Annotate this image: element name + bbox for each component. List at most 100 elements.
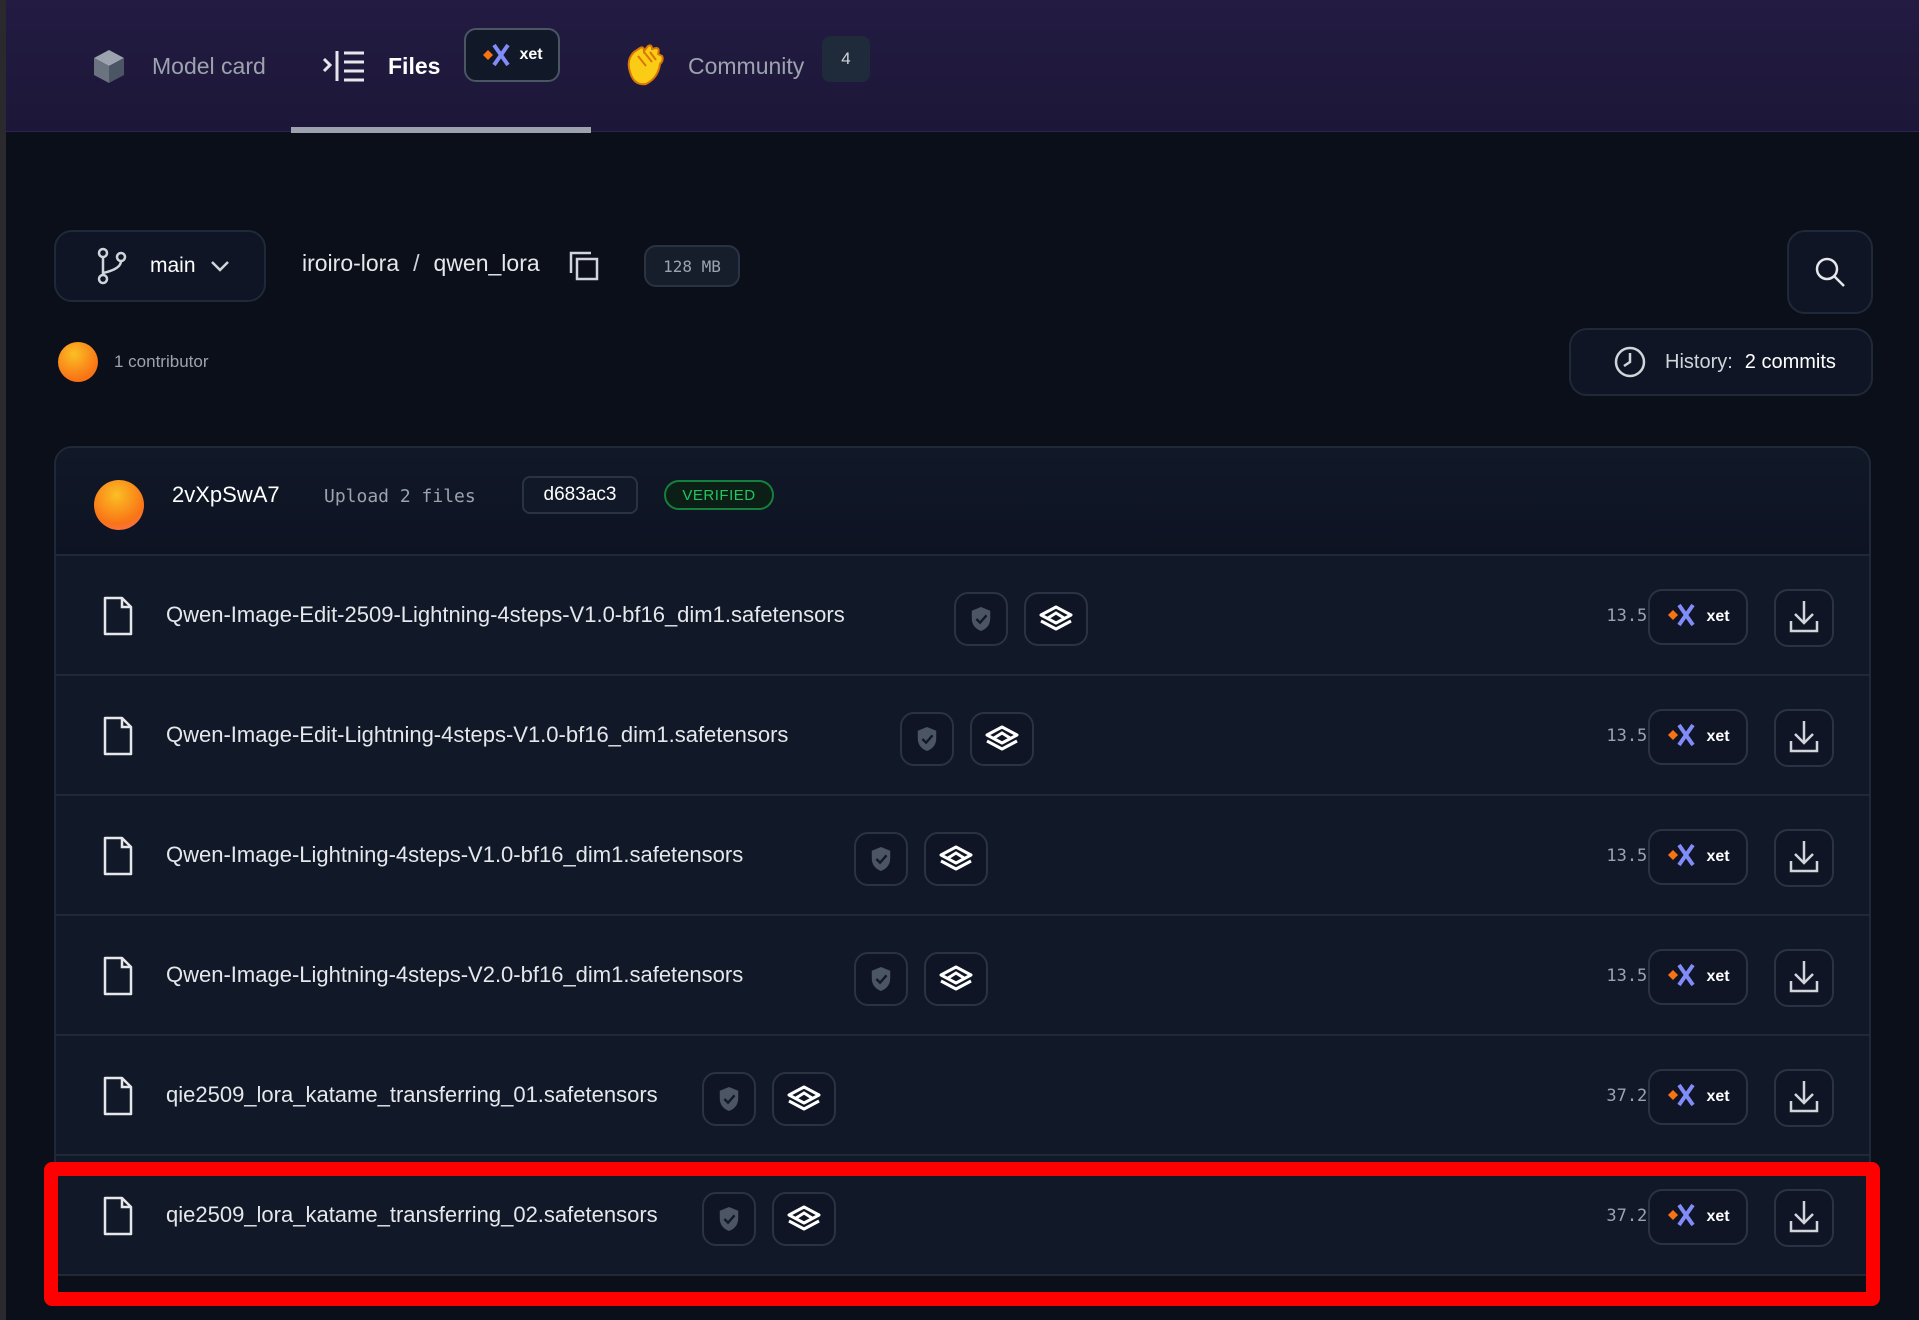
tab-model-card[interactable]: Model card [90,0,266,132]
file-icon [102,596,134,636]
file-icon [102,1076,134,1116]
xet-label: xet [1706,1088,1730,1105]
xet-storage-button[interactable]: xet [1648,709,1748,765]
xet-badge-label: xet [519,46,543,63]
download-button[interactable] [1774,589,1834,647]
commit-author-avatar[interactable] [94,480,144,530]
commit-author[interactable]: 2vXpSwA7 [172,482,280,508]
file-row[interactable]: qie2509_lora_katame_transferring_01.safe… [56,1036,1869,1156]
file-icon [102,1196,134,1236]
download-button[interactable] [1774,1189,1834,1247]
xet-storage-button[interactable]: xet [1648,1189,1748,1245]
search-icon [1815,257,1845,287]
xet-logo-icon [1666,842,1696,873]
xet-storage-button[interactable]: xet [1648,1069,1748,1125]
history-commit-count: 2 commits [1744,350,1836,373]
xet-label: xet [1706,968,1730,985]
download-button[interactable] [1774,1069,1834,1127]
file-row[interactable]: Qwen-Image-Edit-2509-Lightning-4steps-V1… [56,556,1869,676]
chevron-down-icon [210,261,229,272]
xet-logo-icon [1666,1202,1696,1233]
active-tab-indicator [291,127,591,133]
download-button[interactable] [1774,829,1834,887]
breadcrumb-repo[interactable]: qwen_lora [434,250,540,277]
security-scan-shield-icon[interactable] [854,952,908,1006]
security-scan-shield-icon[interactable] [702,1192,756,1246]
xet-logo-icon [1666,602,1696,633]
xet-label: xet [1706,1208,1730,1225]
file-icon [102,716,134,756]
file-name-link[interactable]: Qwen-Image-Lightning-4steps-V1.0-bf16_di… [166,842,743,868]
download-icon [1789,599,1819,638]
safetensors-stack-icon[interactable] [772,1072,836,1126]
file-row[interactable]: Qwen-Image-Lightning-4steps-V1.0-bf16_di… [56,796,1869,916]
repo-size-badge: 128 MB [644,245,740,287]
file-row[interactable]: Qwen-Image-Edit-Lightning-4steps-V1.0-bf… [56,676,1869,796]
download-icon [1789,839,1819,878]
history-label: History: [1665,350,1733,373]
file-scan-buttons [954,592,1088,646]
breadcrumb: iroiro-lora / qwen_lora [302,250,540,277]
clapping-hands-icon [627,44,664,86]
file-name-link[interactable]: Qwen-Image-Edit-Lightning-4steps-V1.0-bf… [166,722,788,748]
xet-logo-icon [1666,1082,1696,1113]
file-table: 2vXpSwA7 Upload 2 files d683ac3 VERIFIED… [54,446,1871,1306]
tab-model-card-label: Model card [152,52,266,79]
file-icon [102,836,134,876]
tab-files[interactable]: Files [322,0,440,132]
commit-message[interactable]: Upload 2 files [324,486,476,507]
copy-icon[interactable] [567,249,601,283]
safetensors-stack-icon[interactable] [970,712,1034,766]
xet-storage-button[interactable]: xet [1648,829,1748,885]
tab-files-label: Files [388,52,441,79]
tab-community[interactable]: Community [620,0,804,132]
security-scan-shield-icon[interactable] [954,592,1008,646]
files-list-icon [322,51,364,82]
safetensors-stack-icon[interactable] [924,952,988,1006]
file-scan-buttons [854,832,988,886]
xet-logo-icon [1666,722,1696,753]
download-icon [1789,959,1819,998]
tab-community-label: Community [688,52,805,79]
xet-label: xet [1706,608,1730,625]
clock-icon [1614,346,1646,378]
xet-label: xet [1706,848,1730,865]
discussion-count-badge: 4 [822,36,870,82]
security-scan-shield-icon[interactable] [900,712,954,766]
xet-badge[interactable]: xet [464,28,560,82]
download-icon [1789,1199,1819,1238]
safetensors-stack-icon[interactable] [924,832,988,886]
last-commit-row: 2vXpSwA7 Upload 2 files d683ac3 VERIFIED [56,448,1869,556]
download-icon [1789,719,1819,758]
contributor-avatar[interactable] [58,342,98,382]
file-row[interactable]: Qwen-Image-Lightning-4steps-V2.0-bf16_di… [56,916,1869,1036]
history-button[interactable]: History: 2 commits [1569,328,1873,396]
download-button[interactable] [1774,949,1834,1007]
window-edge [0,0,6,1320]
file-row-highlighted[interactable]: qie2509_lora_katame_transferring_02.safe… [56,1156,1869,1276]
security-scan-shield-icon[interactable] [854,832,908,886]
download-button[interactable] [1774,709,1834,767]
file-icon [102,956,134,996]
file-name-link[interactable]: Qwen-Image-Lightning-4steps-V2.0-bf16_di… [166,962,743,988]
xet-logo-icon [483,43,511,67]
safetensors-stack-icon[interactable] [1024,592,1088,646]
file-name-link[interactable]: qie2509_lora_katame_transferring_02.safe… [166,1202,658,1228]
verified-badge: VERIFIED [664,480,774,510]
xet-logo-icon [1666,962,1696,993]
file-name-link[interactable]: qie2509_lora_katame_transferring_01.safe… [166,1082,658,1108]
repo-tab-bar: Model card Files xet Community 4 [6,0,1919,133]
git-branch-icon [97,247,127,285]
security-scan-shield-icon[interactable] [702,1072,756,1126]
xet-storage-button[interactable]: xet [1648,949,1748,1005]
commit-hash[interactable]: d683ac3 [522,476,638,514]
breadcrumb-separator: / [413,250,420,276]
xet-storage-button[interactable]: xet [1648,589,1748,645]
branch-selector[interactable]: main [54,230,266,302]
download-icon [1789,1079,1819,1118]
search-files-button[interactable] [1787,230,1873,314]
file-name-link[interactable]: Qwen-Image-Edit-2509-Lightning-4steps-V1… [166,602,845,628]
safetensors-stack-icon[interactable] [772,1192,836,1246]
contributors-link[interactable]: 1 contributor [114,352,209,372]
breadcrumb-owner[interactable]: iroiro-lora [302,250,399,277]
